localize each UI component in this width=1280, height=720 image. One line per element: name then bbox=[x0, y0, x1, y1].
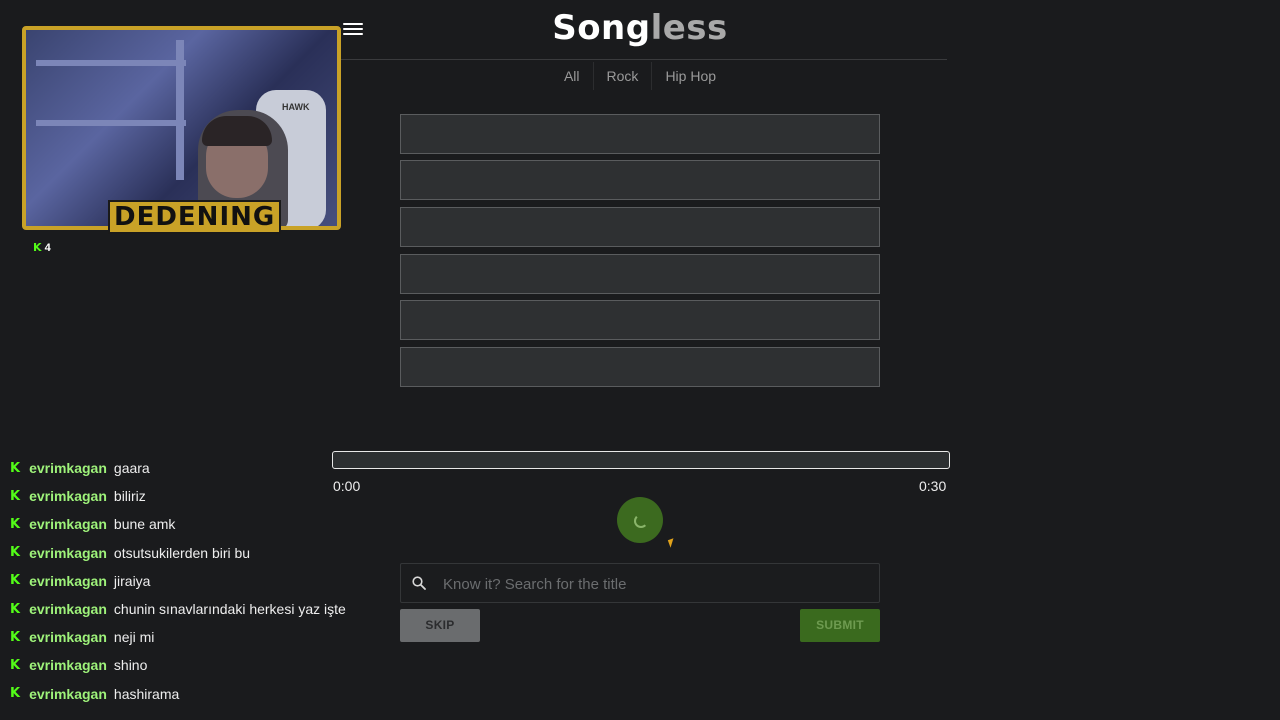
chat-text: otsutsukilerden biri bu bbox=[113, 544, 251, 561]
viewer-count-value: 4 bbox=[44, 242, 51, 254]
chat-message: Kevrimkagan neji mi bbox=[10, 623, 390, 651]
header-divider bbox=[340, 59, 947, 60]
chat-text: bune amk bbox=[113, 516, 176, 533]
chat-text: gaara bbox=[113, 460, 150, 477]
guess-slot-2 bbox=[400, 160, 880, 200]
search-icon bbox=[412, 576, 426, 590]
cam-hair bbox=[202, 116, 272, 146]
kick-icon: K bbox=[10, 488, 21, 504]
guess-slot-4 bbox=[400, 254, 880, 294]
cam-chair-brand: HAWK bbox=[282, 102, 310, 112]
chat-text: hashirama bbox=[113, 685, 180, 702]
kick-icon: K bbox=[10, 460, 21, 476]
logo-text-less: less bbox=[650, 8, 728, 48]
chat-username: evrimkagan bbox=[29, 488, 107, 505]
loading-spinner-icon bbox=[634, 514, 648, 528]
kick-icon: K bbox=[10, 686, 21, 702]
mouse-cursor-icon bbox=[667, 538, 677, 548]
guess-slot-1 bbox=[400, 114, 880, 154]
submit-button[interactable]: SUBMIT bbox=[800, 609, 880, 642]
kick-icon: K bbox=[10, 601, 21, 617]
chat-message: Kevrimkagan gaara bbox=[10, 454, 390, 482]
chat-message: Kevrimkagan jiraiya bbox=[10, 567, 390, 595]
streamer-name: DEDENING bbox=[108, 200, 282, 234]
cam-shelf bbox=[36, 120, 186, 126]
chat-username: evrimkagan bbox=[29, 685, 107, 702]
time-end: 0:30 bbox=[919, 478, 947, 494]
kick-icon: K bbox=[33, 241, 42, 254]
skip-button[interactable]: SKIP bbox=[400, 609, 480, 642]
cam-shelf bbox=[176, 40, 184, 180]
guess-slot-5 bbox=[400, 300, 880, 340]
chat-username: evrimkagan bbox=[29, 657, 107, 674]
cam-shelf bbox=[36, 60, 186, 66]
chat-message: Kevrimkagan otsutsukilerden biri bu bbox=[10, 539, 390, 567]
tab-hip-hop[interactable]: Hip Hop bbox=[652, 62, 729, 90]
kick-icon: K bbox=[10, 629, 21, 645]
chat-username: evrimkagan bbox=[29, 572, 107, 589]
chat-text: biliriz bbox=[113, 488, 146, 505]
chat-username: evrimkagan bbox=[29, 601, 107, 618]
guess-slot-6 bbox=[400, 347, 880, 387]
chat-text: chunin sınavlarındaki herkesi yaz işte bbox=[113, 601, 346, 618]
kick-icon: K bbox=[10, 573, 21, 589]
viewer-count: K 4 bbox=[33, 241, 51, 254]
chat-text: neji mi bbox=[113, 629, 155, 646]
chat-text: jiraiya bbox=[113, 572, 151, 589]
chat-username: evrimkagan bbox=[29, 516, 107, 533]
chat-text: shino bbox=[113, 657, 148, 674]
guess-slot-3 bbox=[400, 207, 880, 247]
chat-message: Kevrimkagan biliriz bbox=[10, 482, 390, 510]
chat-username: evrimkagan bbox=[29, 629, 107, 646]
chat-username: evrimkagan bbox=[29, 544, 107, 561]
tab-all[interactable]: All bbox=[551, 62, 594, 90]
chat-username: evrimkagan bbox=[29, 460, 107, 477]
chat-message: Kevrimkagan chunin sınavlarındaki herkesi… bbox=[10, 595, 390, 623]
chat-message: Kevrimkagan hashirama bbox=[10, 680, 390, 708]
chat-message: Kevrimkagan shino bbox=[10, 651, 390, 679]
chat-overlay: Kevrimkagan gaara Kevrimkagan biliriz Kevrim… bbox=[10, 454, 390, 708]
play-button[interactable] bbox=[617, 497, 663, 543]
kick-icon: K bbox=[10, 657, 21, 673]
kick-icon: K bbox=[10, 545, 21, 561]
kick-icon: K bbox=[10, 516, 21, 532]
logo-text-song: Song bbox=[552, 8, 651, 48]
search-input[interactable] bbox=[441, 564, 865, 604]
audio-progress-bar[interactable] bbox=[332, 451, 950, 469]
search-box bbox=[400, 563, 880, 604]
chat-message: Kevrimkagan bune amk bbox=[10, 510, 390, 538]
tab-rock[interactable]: Rock bbox=[594, 62, 653, 90]
